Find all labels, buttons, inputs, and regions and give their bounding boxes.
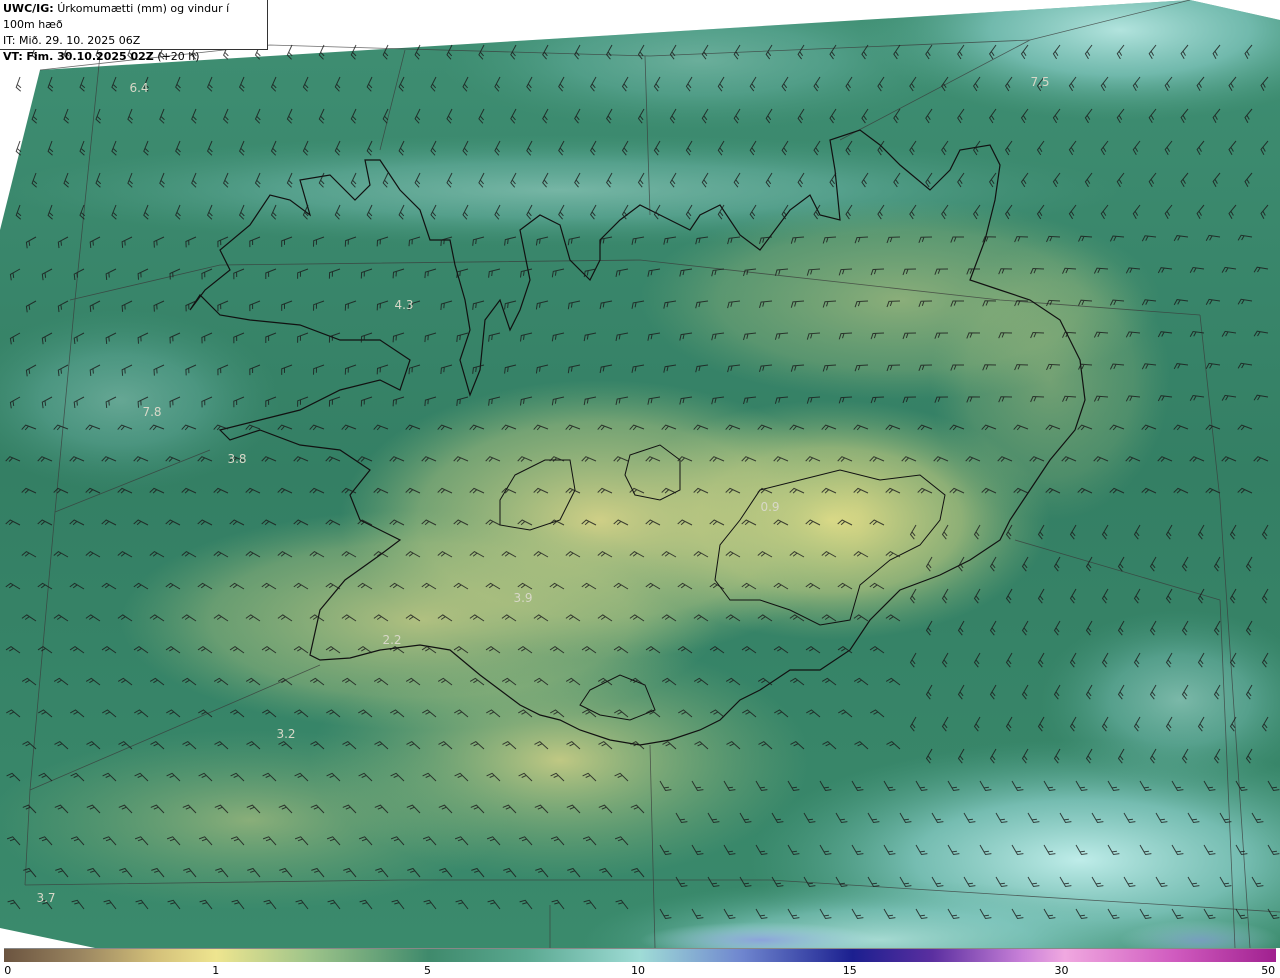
precip-field: [0, 0, 1280, 948]
value-label: 6.4: [129, 81, 149, 95]
value-label: 3.9: [513, 591, 533, 605]
value-label: 0.9: [760, 500, 780, 514]
value-label: 7.8: [142, 405, 162, 419]
title-line: UWC/IG: Úrkomumætti (mm) og vindur í 100…: [3, 1, 264, 33]
colorbar-tick-label: 10: [631, 964, 645, 977]
map-canvas: [0, 0, 1280, 948]
forecast-offset: (+20 h): [157, 50, 200, 63]
colorbar: 0 1 5 10 15 30 50: [0, 948, 1280, 978]
value-label: 3.7: [36, 891, 56, 905]
colorbar-tick-label: 15: [842, 964, 857, 977]
colorbar-ramp: [4, 948, 1276, 962]
value-label: 2.2: [382, 633, 402, 647]
valid-time: VT: Fim. 30.10.2025 02Z (+20 h): [3, 50, 200, 63]
valid-time-value: Fim. 30.10.2025 02Z: [26, 50, 154, 63]
colorbar-tick-label: 0: [4, 964, 12, 977]
wind-barb: [15, 76, 22, 92]
product-code: UWC/IG:: [3, 2, 54, 15]
colorbar-tick-label: 30: [1054, 964, 1069, 977]
value-label: 3.2: [276, 727, 296, 741]
colorbar-tick-label: 50: [1261, 964, 1276, 977]
value-label: 3.8: [227, 452, 247, 466]
map-info-box: UWC/IG: Úrkomumætti (mm) og vindur í 100…: [0, 0, 268, 63]
issue-time: IT: Mið. 29. 10. 2025 06Z: [3, 34, 141, 47]
value-label: 4.3: [394, 298, 414, 312]
colorbar-tick-label: 5: [424, 964, 431, 977]
colorbar-tick-label: 1: [212, 964, 220, 977]
weather-map: UWC/IG: Úrkomumætti (mm) og vindur í 100…: [0, 0, 1280, 948]
value-label: 7.5: [1030, 75, 1050, 89]
